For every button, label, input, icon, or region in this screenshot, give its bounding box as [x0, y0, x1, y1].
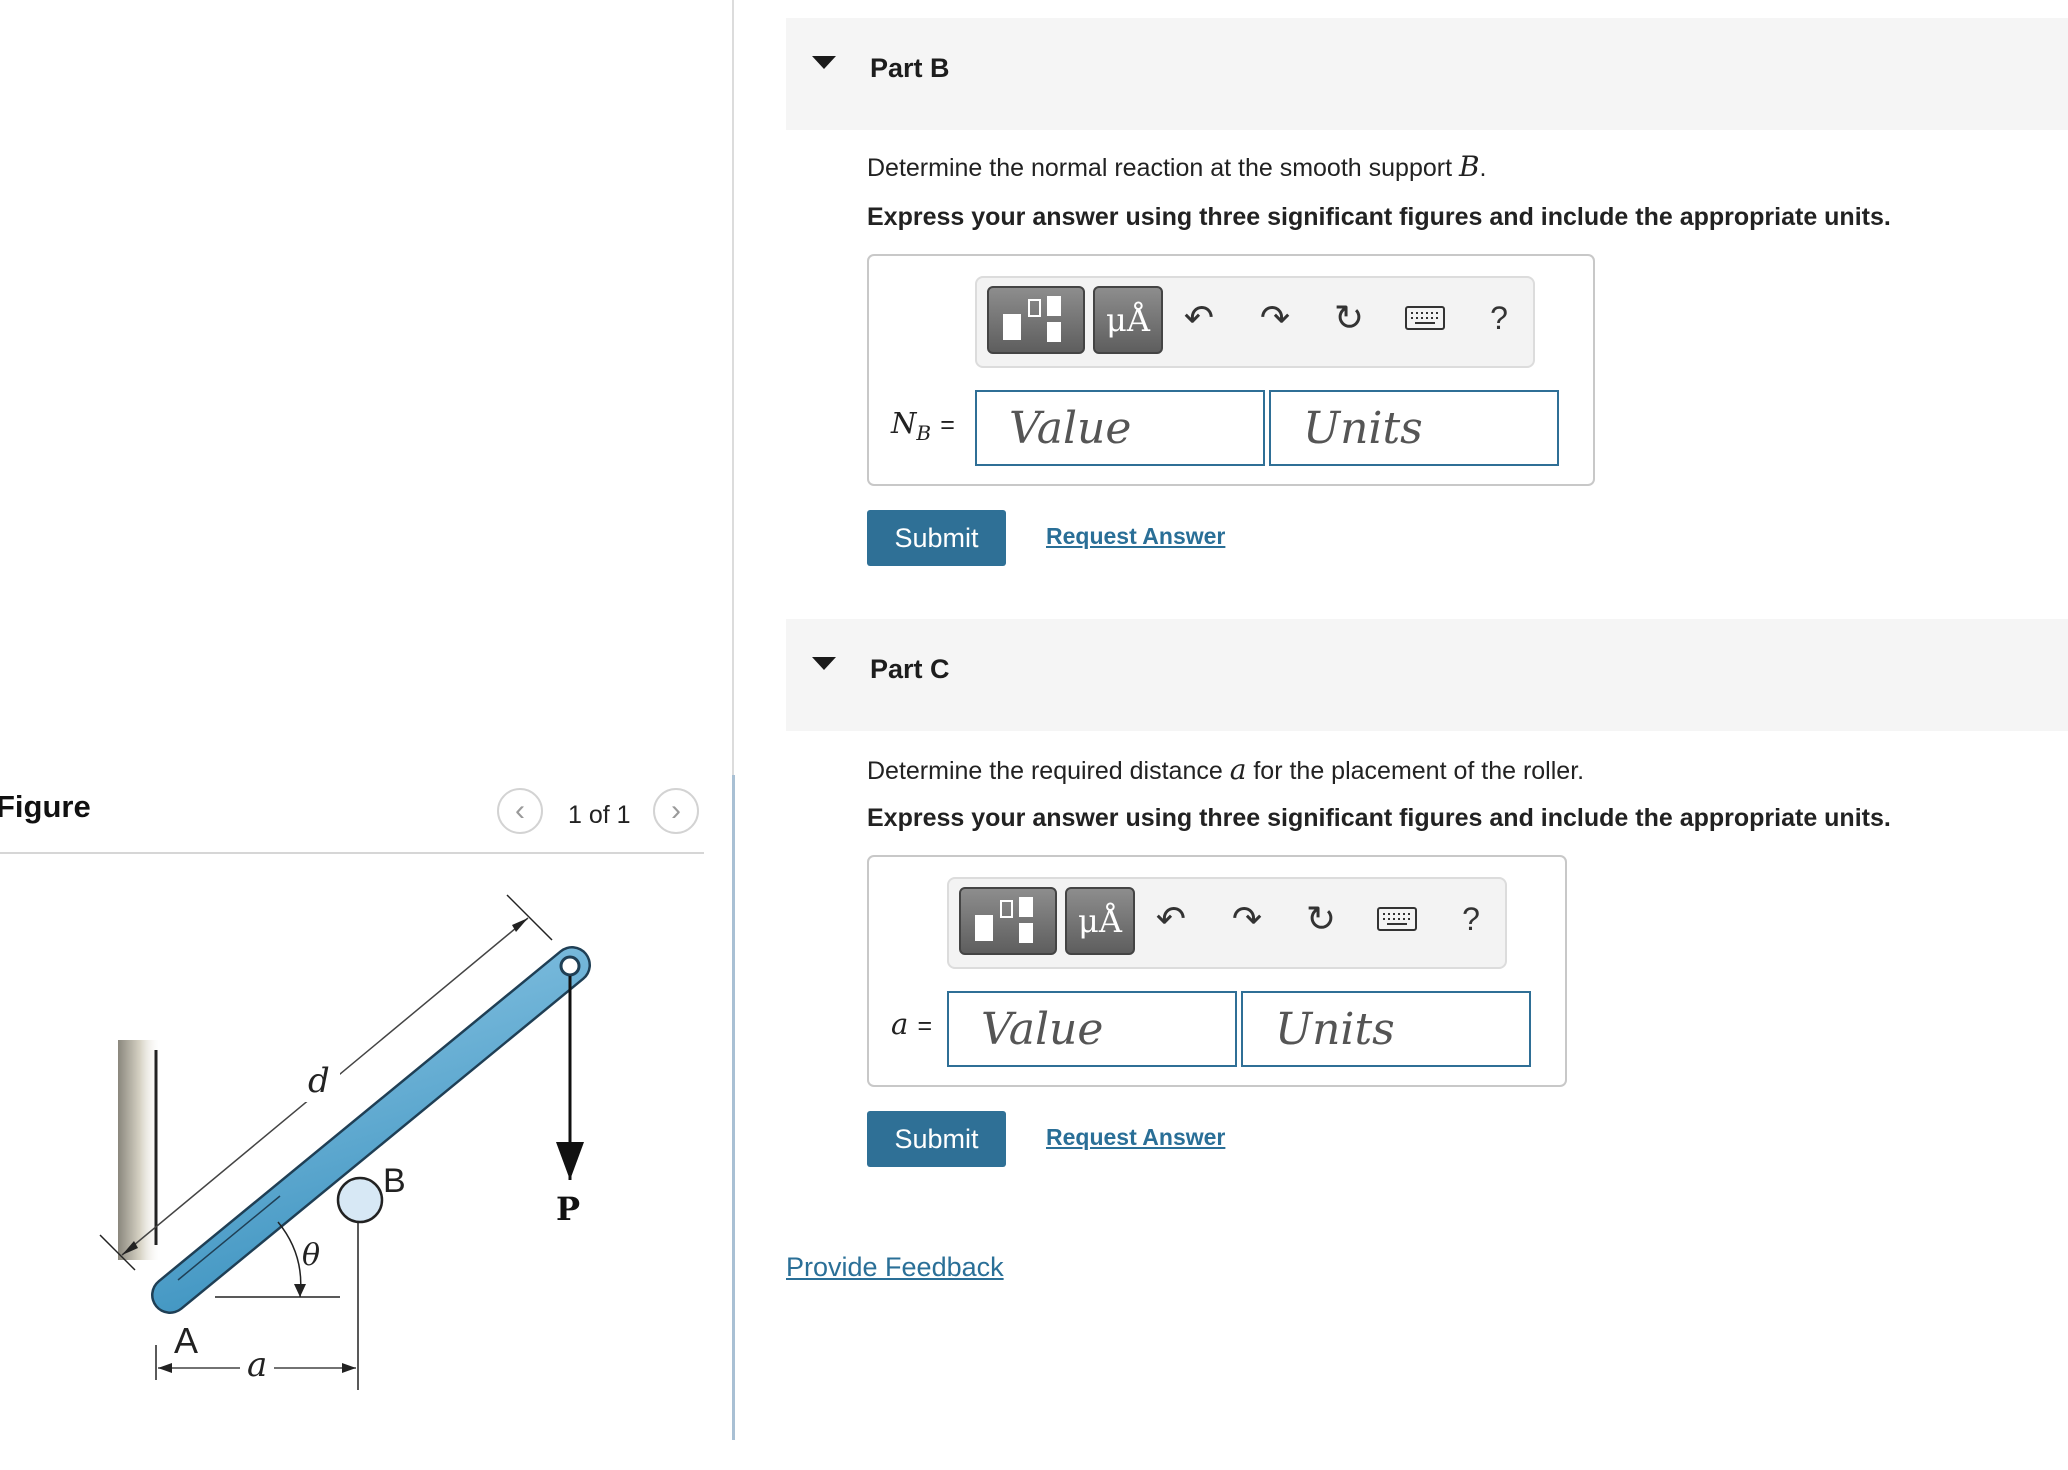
value-input[interactable] — [975, 390, 1265, 466]
figure-divider — [0, 852, 704, 854]
part-b-instruction: Express your answer using three signific… — [867, 203, 1891, 231]
roller-B — [336, 1176, 384, 1224]
reset-icon[interactable]: ↻ — [1299, 897, 1343, 941]
chevron-right-icon: › — [671, 794, 681, 827]
keyboard-icon[interactable] — [1403, 296, 1447, 340]
part-c-answer-box: μÅ ↶ ↷ ↻ ? a = — [867, 855, 1567, 1087]
redo-icon[interactable]: ↷ — [1225, 897, 1269, 941]
question-text: Determine the normal reaction at the smo… — [867, 154, 1459, 182]
figure-next-button[interactable]: › — [653, 788, 699, 834]
templates-button[interactable] — [959, 887, 1057, 955]
angle-arrowhead — [294, 1284, 306, 1297]
force-P-arrowhead — [556, 1142, 584, 1180]
beam-figure: d B P θ A a — [99, 894, 591, 1390]
chevron-left-icon: ‹ — [515, 794, 525, 827]
variable-label: a = — [891, 1007, 932, 1041]
keyboard-icon[interactable] — [1375, 897, 1419, 941]
question-symbol: a — [1229, 753, 1247, 786]
label-B: B — [383, 1162, 406, 1200]
bar-member — [153, 948, 589, 1312]
figure-prev-button[interactable]: ‹ — [497, 788, 543, 834]
redo-icon[interactable]: ↷ — [1253, 296, 1297, 340]
label-theta: θ — [302, 1238, 320, 1273]
reset-icon[interactable]: ↻ — [1327, 296, 1371, 340]
label-a: a — [247, 1345, 267, 1385]
units-button[interactable]: μÅ — [1065, 887, 1135, 955]
variable-label: NB = — [891, 406, 955, 445]
pin-end — [559, 955, 581, 977]
variable-symbol: a — [891, 1007, 909, 1041]
figure-counter: 1 of 1 — [568, 801, 631, 829]
units-input[interactable] — [1269, 390, 1559, 466]
part-b-submit-button[interactable]: Submit — [867, 510, 1006, 566]
help-icon[interactable]: ? — [1477, 296, 1521, 340]
question-text: Determine the required distance — [867, 757, 1230, 785]
templates-icon — [1003, 296, 1061, 342]
label-A: A — [174, 1320, 198, 1361]
undo-icon[interactable]: ↶ — [1177, 296, 1221, 340]
part-b-header[interactable]: Part B — [786, 18, 2068, 130]
undo-icon[interactable]: ↶ — [1149, 897, 1193, 941]
provide-feedback-link[interactable]: Provide Feedback — [786, 1252, 1004, 1283]
part-b-answer-box: μÅ ↶ ↷ ↻ ? NB = — [867, 254, 1595, 486]
variable-symbol: N — [891, 406, 917, 440]
value-input[interactable] — [947, 991, 1237, 1067]
panel-divider-accent — [732, 775, 735, 1440]
math-toolbar: μÅ ↶ ↷ ↻ ? — [947, 877, 1507, 969]
part-b-title: Part B — [870, 53, 950, 83]
part-c-instruction: Express your answer using three signific… — [867, 804, 1891, 832]
equals-sign: = — [917, 1012, 933, 1040]
caret-down-icon — [812, 56, 836, 69]
label-P: P — [556, 1190, 580, 1228]
question-suffix: . — [1479, 154, 1487, 182]
equals-sign: = — [940, 411, 955, 439]
figure-title: Figure — [0, 789, 91, 824]
dimension-arrowhead — [158, 1363, 172, 1373]
variable-subscript: B — [916, 420, 932, 445]
part-b-question: Determine the normal reaction at the smo… — [867, 150, 1487, 183]
templates-icon — [975, 897, 1033, 943]
part-c-request-answer-link[interactable]: Request Answer — [1046, 1124, 1225, 1151]
templates-button[interactable] — [987, 286, 1085, 354]
help-icon[interactable]: ? — [1449, 897, 1493, 941]
part-c-submit-button[interactable]: Submit — [867, 1111, 1006, 1167]
part-b-request-answer-link[interactable]: Request Answer — [1046, 523, 1225, 550]
part-c-title: Part C — [870, 654, 950, 684]
question-suffix: for the placement of the roller. — [1246, 757, 1585, 785]
part-c-header[interactable]: Part C — [786, 619, 2068, 731]
part-c-question: Determine the required distance a for th… — [867, 753, 1584, 786]
units-input[interactable] — [1241, 991, 1531, 1067]
dimension-tick-upper — [506, 894, 553, 941]
caret-down-icon — [812, 657, 836, 670]
dimension-arrowhead — [342, 1363, 356, 1373]
units-button[interactable]: μÅ — [1093, 286, 1163, 354]
math-toolbar: μÅ ↶ ↷ ↻ ? — [975, 276, 1535, 368]
question-symbol: B — [1458, 150, 1480, 183]
label-d: d — [308, 1061, 330, 1101]
